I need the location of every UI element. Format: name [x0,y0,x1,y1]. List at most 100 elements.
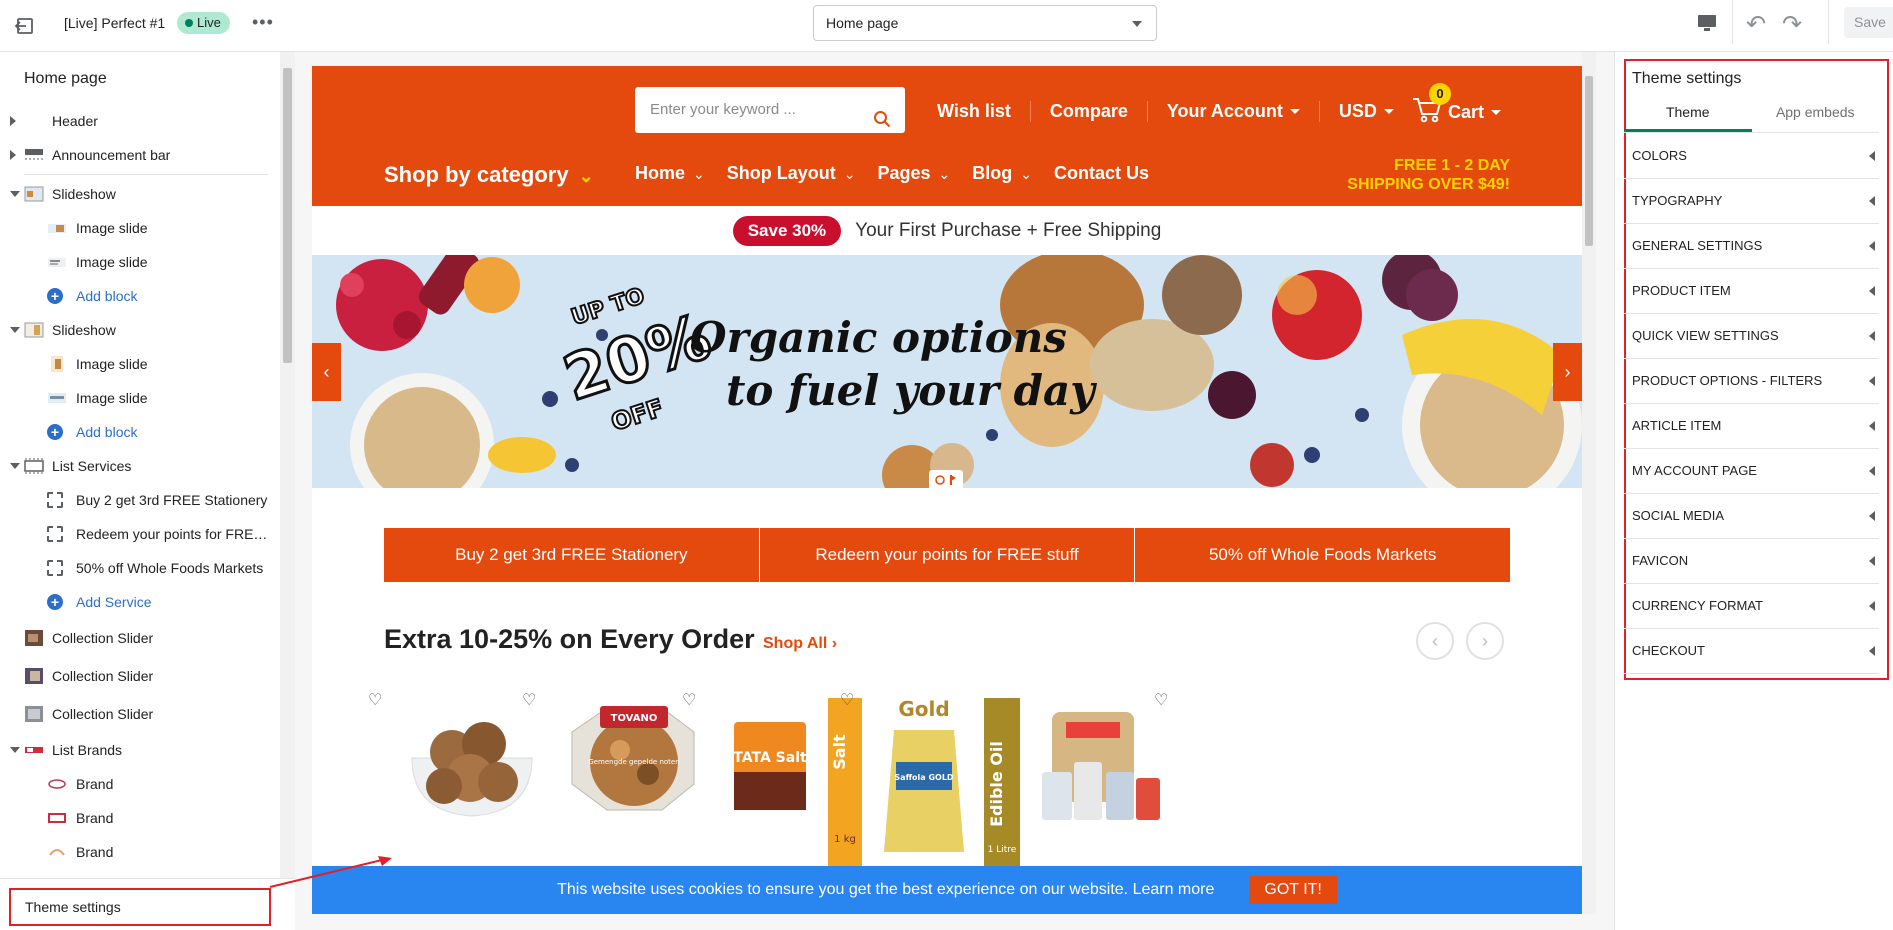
wishlist-heart-icon[interactable]: ♡ [840,690,854,710]
caret-left-icon [1869,331,1875,341]
undo-icon[interactable]: ↶ [1746,10,1766,39]
settings-item-product-item[interactable]: PRODUCT ITEM [1624,269,1879,314]
chevron-down-icon: ⌄ [843,166,856,182]
save-button[interactable]: Save [1844,7,1893,38]
product-label-edible-oil: Edible Oil [987,741,1006,827]
settings-item-colors[interactable]: COLORS [1624,134,1879,179]
settings-item-checkout[interactable]: CHECKOUT [1624,629,1879,674]
tree-item-collection-slider[interactable]: Collection Slider [0,619,280,657]
tree-item-brand[interactable]: Brand [0,767,280,801]
tree-item-slideshow[interactable]: Slideshow [0,313,280,347]
tree-item-image-slide[interactable]: Image slide [0,211,280,245]
compare-link[interactable]: Compare [1029,100,1147,122]
nav-label: Pages [877,163,931,183]
tree-item-service[interactable]: Buy 2 get 3rd FREE Stationery [0,483,280,517]
nav-shop-layout[interactable]: Shop Layout ⌄ [727,163,856,184]
chevron-down-icon[interactable] [10,747,20,753]
tree-item-service[interactable]: 50% off Whole Foods Markets [0,551,280,585]
slide-pagination[interactable] [929,470,963,488]
search-icon[interactable] [873,101,891,147]
chevron-down-icon[interactable] [10,191,20,197]
nav-contact[interactable]: Contact Us [1054,163,1149,184]
nav-blog[interactable]: Blog ⌄ [972,163,1032,184]
chevron-down-icon[interactable] [10,327,20,333]
sidebar-scrollbar[interactable] [280,52,295,878]
chevron-down-icon: ⌄ [693,166,705,182]
cookie-banner: This website uses cookies to ensure you … [312,866,1582,914]
wishlist-link[interactable]: Wish list [925,101,1030,122]
settings-item-social-media[interactable]: SOCIAL MEDIA [1624,494,1879,539]
tree-item-image-slide[interactable]: Image slide [0,245,280,279]
chevron-right-icon[interactable] [10,116,16,126]
tree-item-header[interactable]: Header [0,104,280,138]
chevron-right-icon[interactable] [10,150,16,160]
tree-item-slideshow[interactable]: Slideshow [0,177,280,211]
tree-item-list-brands[interactable]: List Brands [0,733,280,767]
nav-home[interactable]: Home ⌄ [635,163,705,184]
nav-pages[interactable]: Pages ⌄ [877,163,950,184]
tree-item-announcement-bar[interactable]: Announcement bar [0,138,280,172]
cookie-accept-button[interactable]: GOT IT! [1249,876,1337,904]
service-item[interactable]: Buy 2 get 3rd FREE Stationery [384,528,760,582]
wishlist-heart-icon[interactable]: ♡ [522,690,536,710]
tree-item-label: List Services [52,458,132,474]
service-item[interactable]: 50% off Whole Foods Markets [1135,528,1511,582]
add-service-button[interactable]: + Add Service [0,585,280,619]
tree-item-label: Buy 2 get 3rd FREE Stationery [76,492,268,508]
desktop-view-icon[interactable] [1697,14,1717,37]
settings-item-product-options[interactable]: PRODUCT OPTIONS - FILTERS [1624,359,1879,404]
collection-title: Extra 10-25% on Every Order [384,624,755,654]
tab-app-embeds[interactable]: App embeds [1752,97,1880,132]
hero-slideshow[interactable]: UP TO 20% OFF Organic options to fuel yo… [312,255,1582,488]
settings-item-general[interactable]: GENERAL SETTINGS [1624,224,1879,269]
carousel-next-button[interactable]: › [1466,622,1504,660]
redo-icon[interactable]: ↷ [1782,10,1802,39]
scrollbar-thumb[interactable] [283,68,292,363]
tree-item-image-slide[interactable]: Image slide [0,381,280,415]
tree-item-service[interactable]: Redeem your points for FREE ... [0,517,280,551]
live-badge: Live [177,12,230,34]
caret-left-icon [1869,421,1875,431]
more-actions-button[interactable]: ••• [252,12,274,33]
slide-next-arrow[interactable]: › [1553,343,1582,401]
slide-headline-2: to fuel your day [726,366,1097,415]
wishlist-heart-icon[interactable]: ♡ [682,690,696,710]
product-label-1kg: 1 kg [834,834,856,845]
wishlist-heart-icon[interactable]: ♡ [368,690,382,710]
settings-item-quick-view[interactable]: QUICK VIEW SETTINGS [1624,314,1879,359]
brands-thumbnail [24,741,44,759]
add-block-button[interactable]: + Add block [0,415,280,449]
settings-item-label: FAVICON [1632,553,1689,568]
scrollbar-thumb[interactable] [1585,76,1593,246]
service-item[interactable]: Redeem your points for FREE stuff [759,528,1136,582]
carousel-prev-button[interactable]: ‹ [1416,622,1454,660]
tree-item-brand[interactable]: Brand [0,835,280,869]
tree-item-collection-slider[interactable]: Collection Slider [0,695,280,733]
wishlist-heart-icon[interactable]: ♡ [1154,690,1168,710]
topbar-divider [1828,0,1829,44]
tree-item-brand[interactable]: Brand [0,801,280,835]
exit-icon[interactable] [12,13,38,39]
tree-item-collection-slider[interactable]: Collection Slider [0,657,280,695]
preview-scrollbar[interactable] [1582,52,1596,914]
slide-prev-arrow[interactable]: ‹ [312,343,341,401]
tree-item-label: List Brands [52,742,123,758]
settings-item-article[interactable]: ARTICLE ITEM [1624,404,1879,449]
shop-all-link[interactable]: Shop All › [763,635,837,653]
tree-item-list-services[interactable]: List Services [0,449,280,483]
currency-select[interactable]: USD [1318,100,1413,122]
settings-item-favicon[interactable]: FAVICON [1624,539,1879,584]
chevron-down-icon[interactable] [10,463,20,469]
settings-item-currency[interactable]: CURRENCY FORMAT [1624,584,1879,629]
account-menu[interactable]: Your Account [1146,100,1319,122]
add-block-button[interactable]: + Add block [0,279,280,313]
settings-item-my-account[interactable]: MY ACCOUNT PAGE [1624,449,1879,494]
page-select[interactable]: Home page [813,5,1157,41]
settings-item-typography[interactable]: TYPOGRAPHY [1624,179,1879,224]
search-input[interactable]: Enter your keyword ... [635,87,905,133]
theme-settings-button[interactable]: Theme settings [9,888,271,926]
shop-by-category-menu[interactable]: Shop by category ⌄ [384,162,594,188]
tree-item-image-slide[interactable]: Image slide [0,347,280,381]
tab-theme[interactable]: Theme [1624,97,1752,132]
cart-button[interactable]: 0 Cart [1412,83,1502,129]
